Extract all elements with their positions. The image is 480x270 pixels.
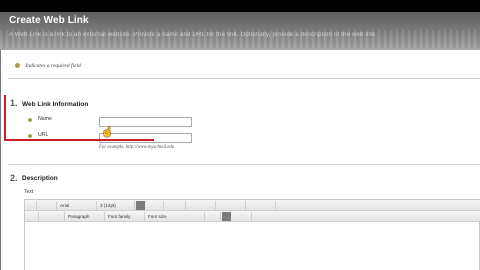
toolbar-button[interactable] xyxy=(232,212,252,221)
editor-toolbar-row-2: Paragraph Font family Font size xyxy=(25,211,480,222)
paragraph-select[interactable]: Paragraph xyxy=(65,212,105,221)
font-size-select-2[interactable]: Font size xyxy=(145,212,205,221)
font-family-select-2[interactable]: Font family xyxy=(105,212,145,221)
required-dot-icon xyxy=(15,63,20,69)
toolbar-button[interactable] xyxy=(37,201,57,210)
page-header: Create Web Link A Web Link is a link to … xyxy=(0,12,480,50)
text-color-icon[interactable] xyxy=(136,201,145,210)
url-example-text: For example, http://www.myschool.edu xyxy=(99,145,175,150)
editor-toolbar-row-1: Arial 3 (12pt) xyxy=(25,200,480,211)
step-number: 2. xyxy=(10,173,18,183)
toolbar-button[interactable] xyxy=(246,201,276,210)
page-title: Create Web Link xyxy=(9,15,89,26)
page-left-border xyxy=(0,12,1,270)
description-section: 2. Description Text Arial 3 (12pt) Parag… xyxy=(8,164,480,270)
font-size-select[interactable]: 3 (12pt) xyxy=(97,201,135,210)
page-subtitle: A Web Link is a link to an external webs… xyxy=(9,32,378,38)
red-highlight-bracket xyxy=(4,95,154,141)
toolbar-button[interactable] xyxy=(39,212,65,221)
toolbar-button[interactable] xyxy=(205,212,221,221)
toolbar-button[interactable] xyxy=(216,201,246,210)
toolbar-button[interactable] xyxy=(164,201,186,210)
rich-text-editor[interactable]: Arial 3 (12pt) Paragraph Font family Fon… xyxy=(24,199,480,270)
font-family-select[interactable]: Arial xyxy=(57,201,97,210)
highlight-color-icon[interactable] xyxy=(222,212,231,221)
toolbar-button[interactable] xyxy=(25,212,39,221)
section-title: Description xyxy=(22,175,58,182)
toolbar-button[interactable] xyxy=(25,201,37,210)
required-note: Indicates a required field. xyxy=(15,63,82,69)
text-label: Text xyxy=(24,189,34,195)
toolbar-button[interactable] xyxy=(146,201,164,210)
required-note-text: Indicates a required field. xyxy=(25,63,83,69)
toolbar-button[interactable] xyxy=(186,201,216,210)
create-web-link-page: Create Web Link A Web Link is a link to … xyxy=(0,12,480,270)
